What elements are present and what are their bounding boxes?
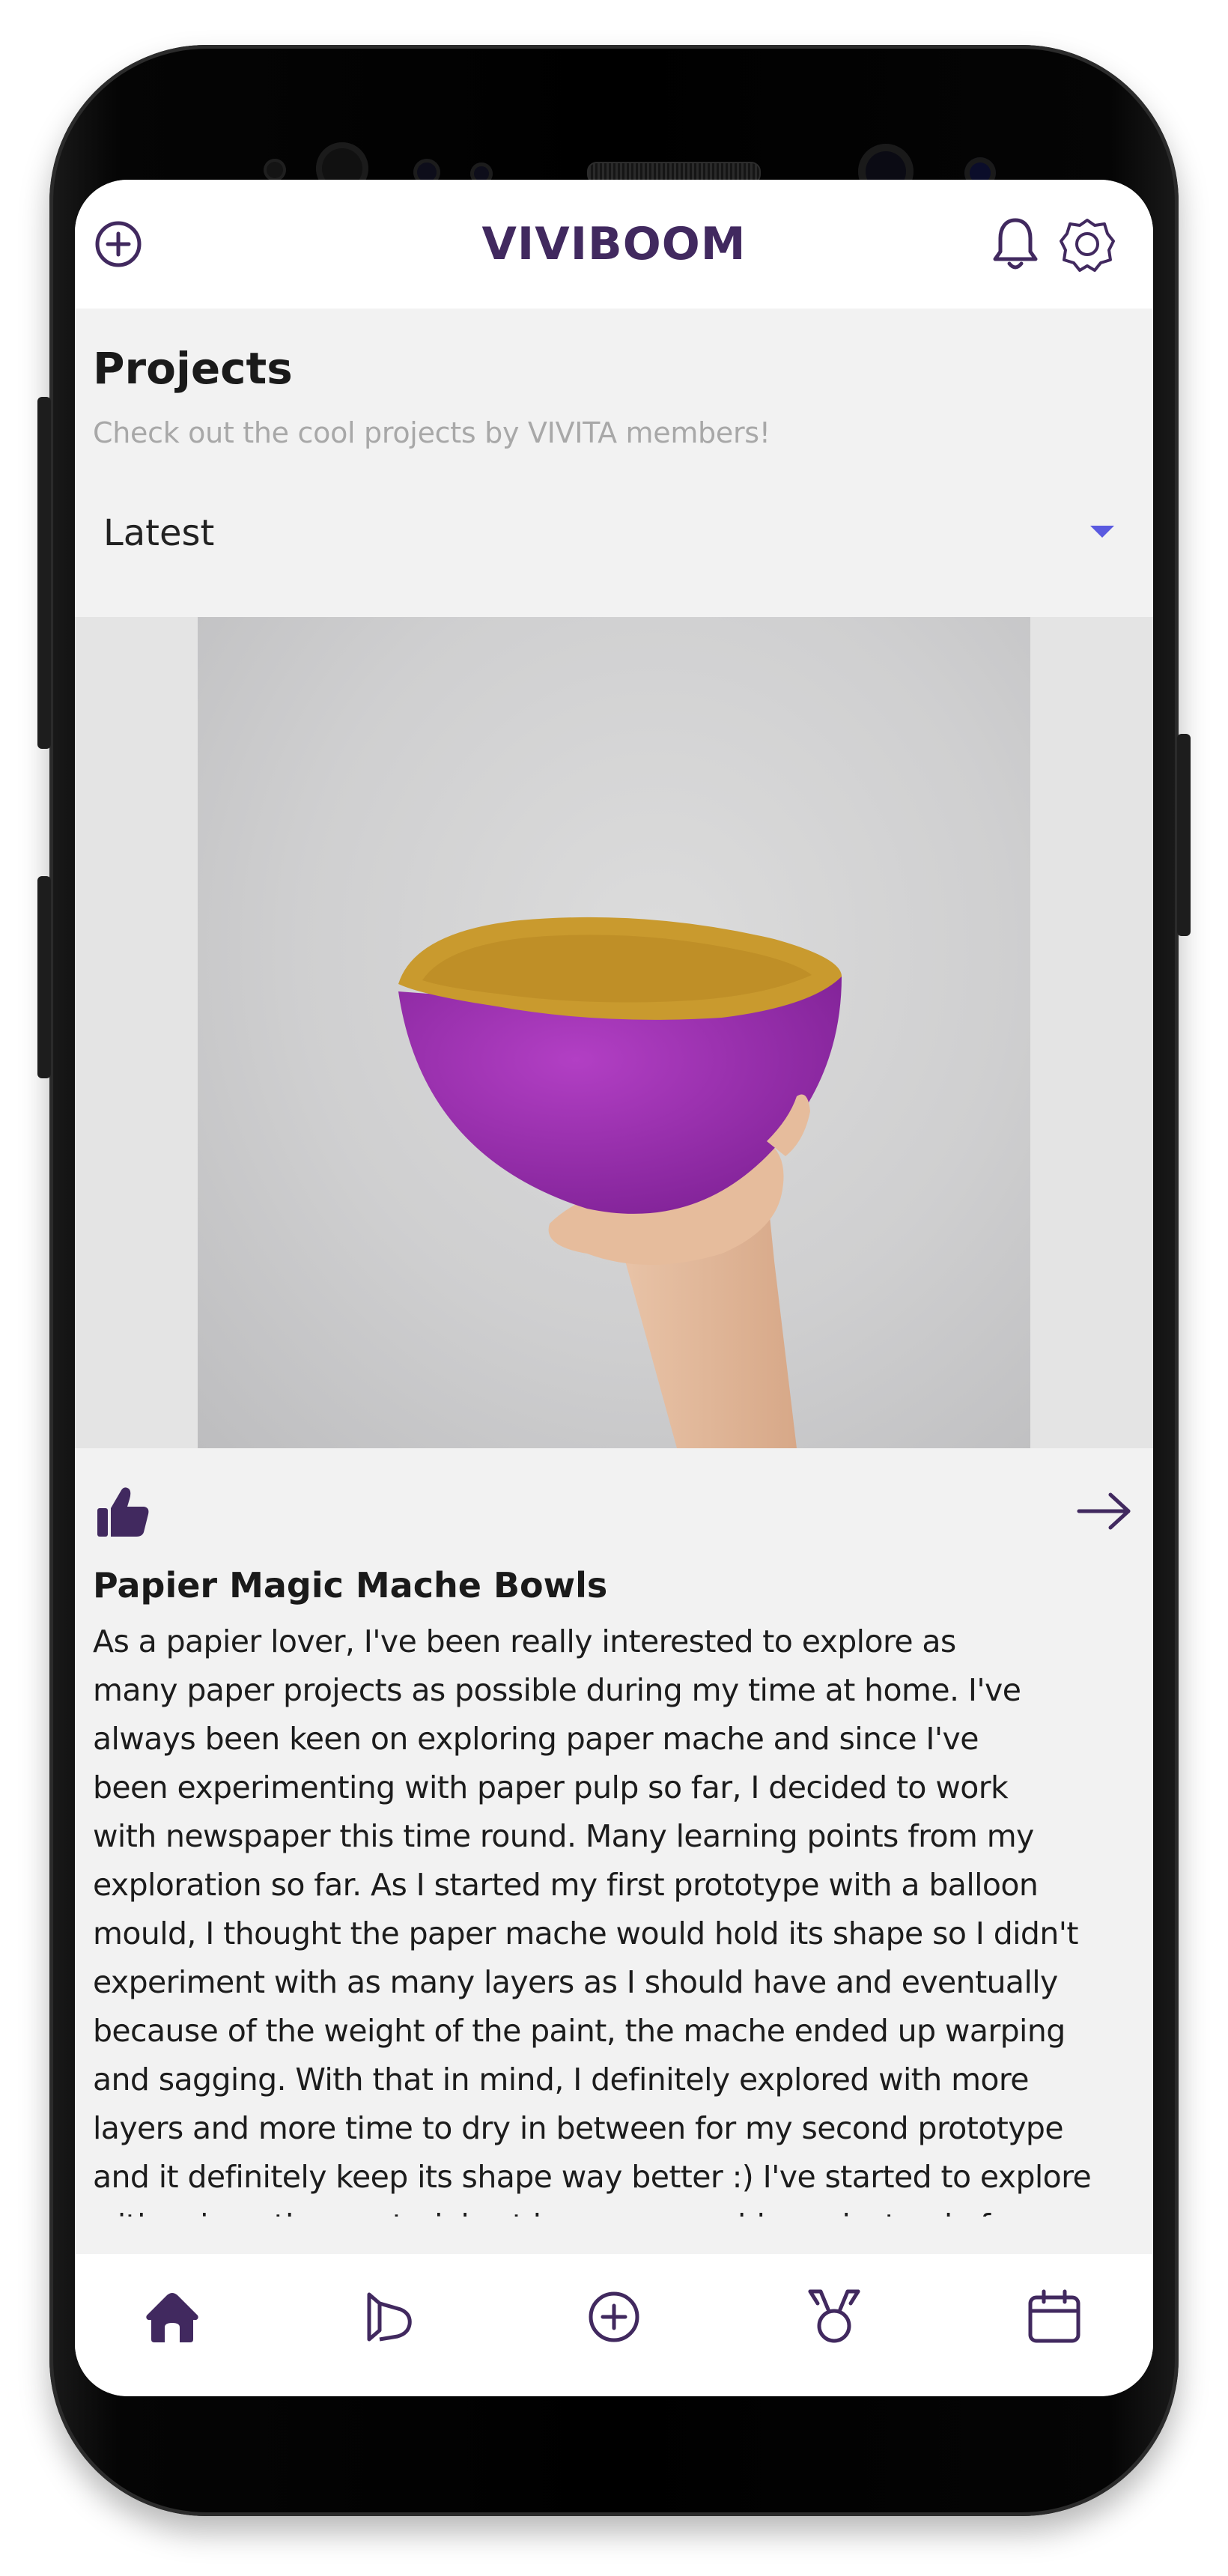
page-title: Projects [93, 343, 293, 394]
top-app-bar: VIVIBOOM [75, 180, 1153, 309]
project-photo [198, 617, 1030, 1448]
thumbs-up-icon [97, 1487, 149, 1537]
sort-dropdown[interactable]: Latest [75, 479, 1153, 584]
calendar-icon [1028, 2289, 1080, 2343]
home-icon [146, 2293, 198, 2342]
like-button[interactable] [93, 1481, 153, 1541]
project-description: As a papier lover, I've been really inte… [93, 1623, 1092, 2217]
notifications-button[interactable] [987, 213, 1044, 276]
view-project-button[interactable] [1071, 1481, 1138, 1541]
nav-events[interactable] [1017, 2279, 1092, 2354]
bowl-illustration [398, 917, 842, 1448]
volume-button [37, 397, 51, 749]
dropdown-caret-icon [1090, 526, 1114, 538]
arrow-right-icon [1077, 1492, 1131, 1530]
nav-add-project[interactable] [577, 2279, 651, 2354]
project-image-container[interactable] [75, 617, 1153, 1448]
sort-selected-value: Latest [103, 512, 215, 554]
page-subtitle: Check out the cool projects by VIVITA me… [93, 416, 770, 449]
nav-badges[interactable] [797, 2279, 872, 2354]
gear-icon [1060, 219, 1115, 272]
bixby-button [37, 876, 51, 1078]
add-circle-icon [95, 221, 142, 267]
projects-icon [367, 2292, 412, 2342]
nav-home[interactable] [135, 2279, 210, 2354]
bottom-navigation [75, 2254, 1153, 2396]
sensor-dot [264, 159, 286, 181]
add-circle-icon [589, 2291, 639, 2342]
settings-button[interactable] [1056, 213, 1119, 276]
nav-projects[interactable] [352, 2279, 427, 2354]
add-project-button[interactable] [91, 217, 145, 271]
badge-icon [808, 2289, 860, 2343]
app-screen: VIVIBOOM Projects Check out the cool pro… [75, 180, 1153, 2396]
project-title[interactable]: Papier Magic Mache Bowls [93, 1565, 607, 1606]
power-button [1177, 734, 1191, 936]
bell-icon [993, 218, 1038, 270]
